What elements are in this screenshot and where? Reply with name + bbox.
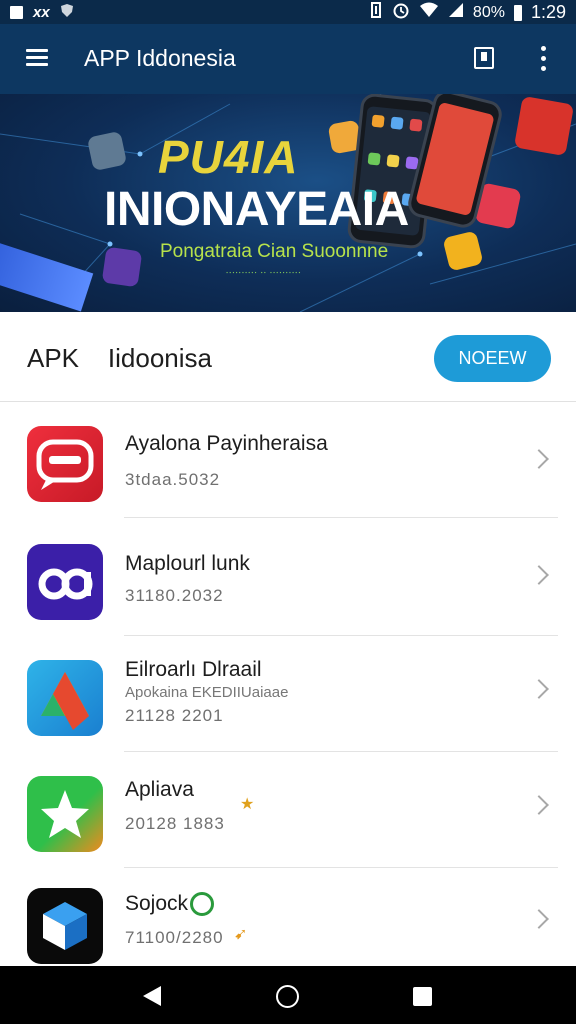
alarm-icon <box>392 1 410 24</box>
signal-icon <box>448 2 464 23</box>
chevron-right-icon[interactable] <box>529 795 549 815</box>
app-bar: APP Iddonesia <box>0 24 576 94</box>
shield-icon <box>60 3 74 22</box>
star-app-icon <box>27 776 103 852</box>
chevron-right-icon[interactable] <box>529 909 549 929</box>
app-size: 71100/2280 <box>125 928 224 947</box>
battery-icon <box>513 4 522 21</box>
app-size: 3tdaa.5032 <box>125 470 221 489</box>
section-header: APK Iidoonisa NOEEW <box>0 312 576 402</box>
app-name: Sojock <box>125 892 189 915</box>
app-developer: Apokaina EKEDIIUaiaae <box>125 684 289 701</box>
list-item[interactable]: Maplourl lunk 31180.2032 <box>0 520 576 636</box>
cube-app-icon <box>27 888 103 964</box>
spark-badge-icon: ➹ <box>234 926 248 943</box>
app-size: 21128 2201 <box>125 706 224 725</box>
back-icon[interactable] <box>143 986 161 1006</box>
section-title: APK Iidoonisa <box>27 343 212 373</box>
bookmark-icon[interactable] <box>474 47 494 69</box>
verified-badge-icon <box>190 892 214 916</box>
new-button[interactable]: NOEEW <box>434 335 551 382</box>
image-icon <box>10 6 23 19</box>
app-name: Apliava <box>125 778 194 801</box>
app-size: 31180.2032 <box>125 586 224 605</box>
drive-app-icon <box>27 660 103 736</box>
app-size: 20128 1883 <box>125 814 225 833</box>
app-name: Eilroarlı Dlraail <box>125 658 262 681</box>
menu-icon[interactable] <box>26 49 48 67</box>
star-badge-icon: ★ <box>240 796 255 813</box>
chevron-right-icon[interactable] <box>529 449 549 469</box>
chat-app-icon <box>27 426 103 502</box>
status-bar: xx 80% 1:29 <box>0 0 576 24</box>
more-vert-icon[interactable] <box>540 46 548 72</box>
app-name: Ayalona Payinheraisa <box>125 432 328 455</box>
app-tile-icon <box>101 246 143 288</box>
navigation-bar <box>0 966 576 1024</box>
list-item[interactable]: Apliava 20128 1883 ★ <box>0 752 576 868</box>
clock: 1:29 <box>530 2 566 22</box>
divider <box>124 517 558 518</box>
chevron-right-icon[interactable] <box>529 679 549 699</box>
list-item[interactable]: Ayalona Payinheraisa 3tdaa.5032 <box>0 402 576 518</box>
home-icon[interactable] <box>276 985 299 1008</box>
app-tile-icon <box>513 95 575 157</box>
link-app-icon <box>27 544 103 620</box>
promo-banner[interactable]: PU4IA INIONAYEAIA Pongatraia Cian Suoonn… <box>0 94 576 312</box>
app-title: APP Iddonesia <box>84 45 236 71</box>
status-left-text: xx <box>33 4 50 21</box>
banner-title: INIONAYEAIA <box>104 183 409 236</box>
nfc-icon <box>369 1 383 24</box>
banner-fine-print: ꞏꞏꞏꞏꞏꞏꞏꞏꞏꞏ ꞏꞏ ꞏꞏꞏꞏꞏꞏꞏꞏꞏꞏ <box>226 270 302 277</box>
wifi-icon <box>419 2 439 23</box>
banner-headline: PU4IA <box>158 131 299 183</box>
list-item[interactable]: Eilroarlı Dlraail Apokaina EKEDIIUaiaae … <box>0 636 576 752</box>
app-name: Maplourl lunk <box>125 552 250 575</box>
chevron-right-icon[interactable] <box>529 565 549 585</box>
app-tile-icon <box>86 130 128 172</box>
recents-icon[interactable] <box>413 987 432 1006</box>
list-item[interactable]: Sojock 71100/2280 ➹ <box>0 868 576 966</box>
battery-text: 80% <box>472 3 505 21</box>
banner-subtitle: Pongatraia Cian Suoonnne <box>160 241 389 262</box>
